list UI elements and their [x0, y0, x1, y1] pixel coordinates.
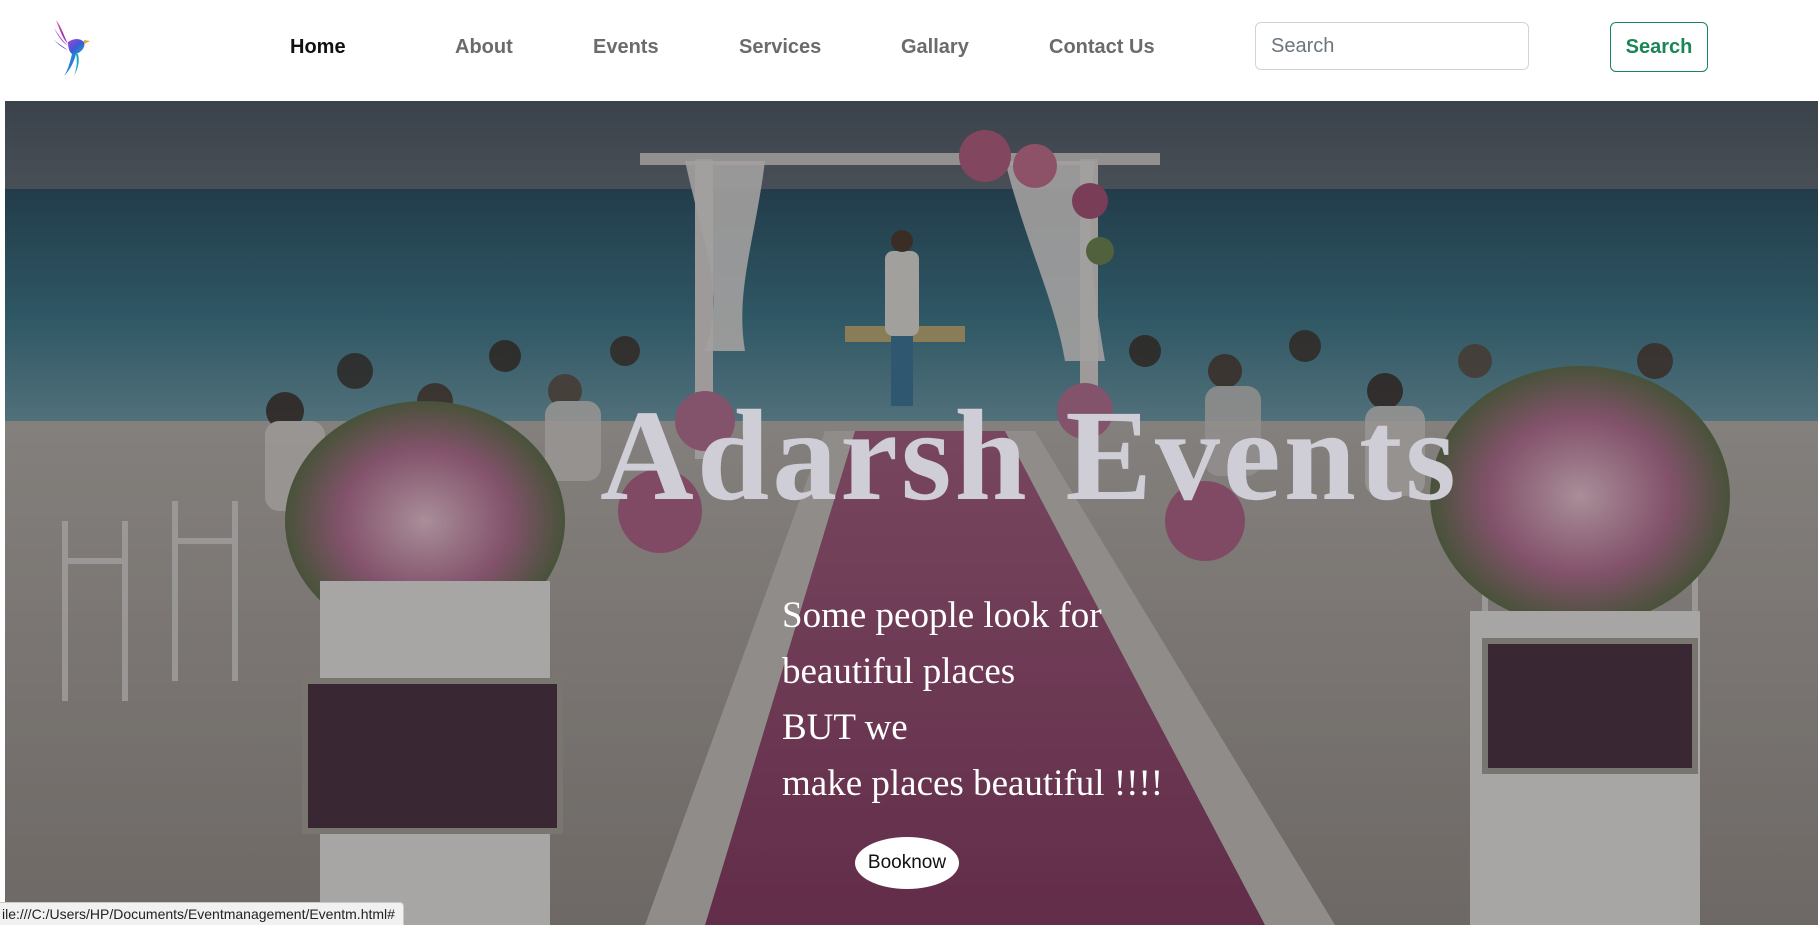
search-input[interactable]	[1255, 22, 1529, 70]
navbar: Home About Events Services Gallary Conta…	[0, 0, 1818, 100]
nav-link-about[interactable]: About	[455, 34, 513, 60]
nav-link-home[interactable]: Home	[290, 34, 346, 60]
page: Home About Events Services Gallary Conta…	[0, 0, 1818, 925]
tagline-line-1: Some people look for	[782, 595, 1102, 636]
tagline-line-2: beautiful places	[782, 651, 1016, 692]
bird-logo-icon[interactable]	[50, 16, 92, 78]
nav-link-gallary[interactable]: Gallary	[901, 34, 969, 60]
tagline-line-4: make places beautiful !!!!	[782, 763, 1164, 804]
nav-link-events[interactable]: Events	[593, 34, 659, 60]
tagline-line-3: BUT we	[782, 707, 908, 748]
search-button[interactable]: Search	[1610, 22, 1708, 72]
nav-link-services[interactable]: Services	[739, 34, 821, 60]
booknow-button[interactable]: Booknow	[855, 837, 959, 889]
browser-status-bar: ile:///C:/Users/HP/Documents/Eventmanage…	[0, 902, 404, 925]
hero-section: Adarsh Events Some people look for beaut…	[5, 101, 1818, 925]
hero-title: Adarsh Events	[600, 384, 1459, 528]
nav-link-contact-us[interactable]: Contact Us	[1049, 34, 1155, 60]
hero-tagline: Some people look for beautiful places BU…	[782, 588, 1163, 812]
